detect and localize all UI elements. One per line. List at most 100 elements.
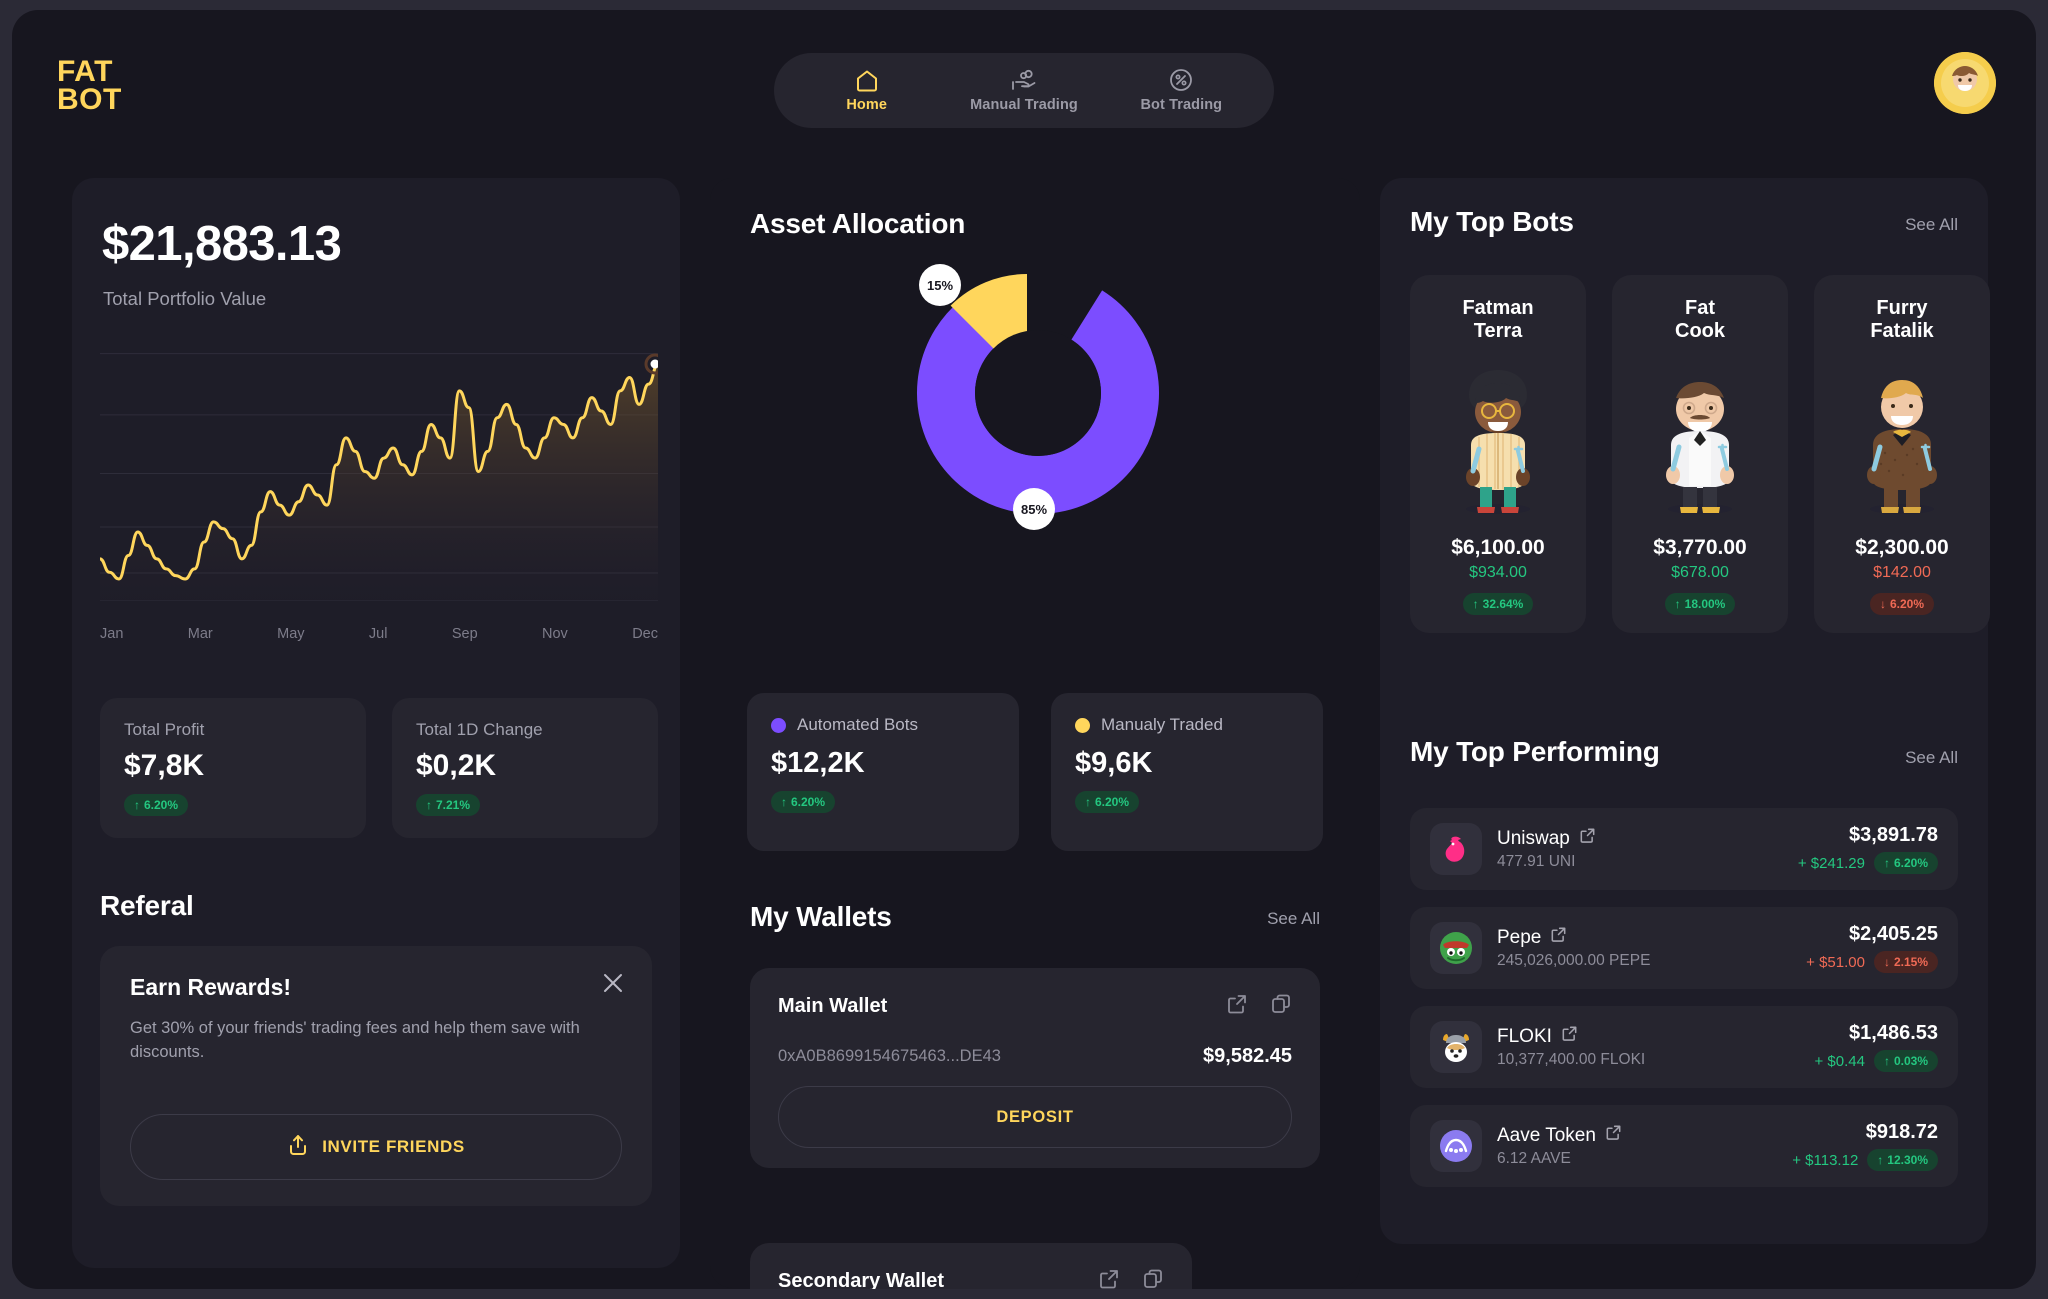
token-change-badge: ↓ 2.15%	[1873, 951, 1938, 973]
bot-card[interactable]: Fatman Terra $6,100.00 $934.00 ↑ 32.64%	[1410, 275, 1586, 633]
token-name: Aave Token	[1497, 1124, 1596, 1146]
arrow-up-icon: ↑	[1877, 1153, 1884, 1167]
external-link-icon[interactable]	[1098, 1268, 1120, 1289]
token-value: $2,405.25	[1849, 923, 1938, 945]
invite-friends-button[interactable]: INVITE FRIENDS	[130, 1114, 622, 1180]
token-change-badge: ↑ 6.20%	[1873, 852, 1938, 874]
external-link-icon[interactable]	[1605, 1124, 1622, 1147]
my-wallets-title: My Wallets	[750, 901, 892, 932]
bot-card[interactable]: Furry Fatalik $2,300.00 $142.00 ↓ 6.20%	[1814, 275, 1990, 633]
close-icon[interactable]	[602, 972, 624, 999]
aave-icon	[1430, 1120, 1482, 1172]
floki-icon	[1430, 1021, 1482, 1073]
list-item[interactable]: Pepe 245,026,000.00 PEPE $2,405.25 + $51…	[1410, 907, 1958, 989]
my-top-bots-title: My Top Bots	[1410, 206, 1574, 237]
top-performing-see-all-link[interactable]: See All	[1905, 748, 1958, 768]
nav-label-home: Home	[846, 97, 887, 113]
chart-tick: Sep	[451, 626, 478, 642]
bot-name-line-1: Fatman	[1462, 297, 1534, 319]
asset-allocation-donut[interactable]: 15% 85%	[905, 260, 1165, 530]
chart-tick: Jan	[100, 626, 124, 642]
wallets-see-all-link[interactable]: See All	[1267, 909, 1320, 929]
token-quantity: 477.91 UNI	[1497, 853, 1576, 870]
nav-label-bot-trading: Bot Trading	[1140, 97, 1223, 113]
stat-change-value: 6.20%	[144, 798, 179, 812]
bot-avatar-fatman-terra	[1439, 343, 1557, 536]
external-link-icon[interactable]	[1550, 926, 1567, 949]
token-delta: + $51.00	[1806, 953, 1865, 971]
app-window: FAT BOT Home Manual Trading Bot Trading …	[12, 10, 2036, 1289]
invite-friends-label: INVITE FRIENDS	[322, 1137, 465, 1156]
app-logo[interactable]: FAT BOT	[57, 55, 122, 115]
allocation-change-value: 6.20%	[791, 795, 826, 809]
allocation-value: $9,6K	[1075, 747, 1153, 779]
wallet-address: 0xA0B8699154675463...DE43	[778, 1047, 1001, 1066]
copy-icon[interactable]	[1142, 1268, 1164, 1289]
bot-change-value: 32.64%	[1482, 597, 1524, 611]
list-item[interactable]: Aave Token 6.12 AAVE $918.72 + $113.12 ↑…	[1410, 1105, 1958, 1187]
bot-name-line-1: Fat	[1685, 297, 1715, 319]
chart-x-axis: Jan Mar May Jul Sep Nov Dec	[100, 626, 658, 642]
bot-value: $2,300.00	[1855, 536, 1949, 559]
stat-change-value: 7.21%	[436, 798, 471, 812]
bot-card[interactable]: Fat Cook $3,770.00 $678.00 ↑ 18.00%	[1612, 275, 1788, 633]
wallet-balance: $9,582.45	[1203, 1045, 1292, 1067]
external-link-icon[interactable]	[1579, 827, 1596, 850]
copy-icon[interactable]	[1270, 993, 1292, 1020]
stat-title: Total Profit	[124, 720, 205, 739]
nav-item-manual-trading[interactable]: Manual Trading	[959, 68, 1089, 113]
deposit-button[interactable]: DEPOSIT	[778, 1086, 1292, 1148]
token-change-badge: ↑ 12.30%	[1867, 1149, 1938, 1171]
stat-change-badge: ↑ 7.21%	[416, 794, 481, 816]
token-name: Pepe	[1497, 926, 1542, 948]
donut-label-primary: 85%	[1013, 488, 1055, 530]
arrow-up-icon: ↑	[1883, 1054, 1890, 1068]
main-nav: Home Manual Trading Bot Trading	[774, 53, 1274, 128]
token-change-value: 2.15%	[1893, 955, 1928, 969]
bot-change-badge: ↓ 6.20%	[1869, 593, 1935, 615]
external-link-icon[interactable]	[1226, 993, 1248, 1020]
portfolio-value-label: Total Portfolio Value	[103, 288, 267, 309]
logo-line-1: FAT	[57, 55, 113, 88]
arrow-up-icon: ↑	[781, 795, 787, 809]
allocation-value: $12,2K	[771, 747, 865, 779]
allocation-label: Manualy Traded	[1101, 715, 1223, 734]
donut-label-secondary: 15%	[919, 264, 961, 306]
allocation-card-manually-traded: Manualy Traded $9,6K ↑ 6.20%	[1051, 693, 1323, 851]
top-bots-see-all-link[interactable]: See All	[1905, 215, 1958, 235]
bots-performance-panel: My Top Bots See All Fatman Terra $6,100.…	[1380, 178, 1990, 1244]
list-item[interactable]: FLOKI 10,377,400.00 FLOKI $1,486.53 + $0…	[1410, 1006, 1958, 1088]
list-item[interactable]: Uniswap 477.91 UNI $3,891.78 + $241.29 ↑…	[1410, 808, 1958, 890]
bot-change-badge: ↑ 18.00%	[1664, 593, 1736, 615]
external-link-icon[interactable]	[1561, 1025, 1578, 1048]
stat-title: Total 1D Change	[416, 720, 543, 739]
my-top-performing-title: My Top Performing	[1410, 736, 1660, 767]
allocation-change-badge: ↑ 6.20%	[1075, 791, 1140, 813]
arrow-up-icon: ↑	[1883, 856, 1890, 870]
token-delta: + $113.12	[1792, 1151, 1859, 1169]
hand-coins-icon	[1011, 68, 1037, 92]
allocation-card-automated-bots: Automated Bots $12,2K ↑ 6.20%	[747, 693, 1019, 851]
arrow-up-icon: ↑	[1674, 597, 1681, 611]
portfolio-value: $21,883.13	[102, 217, 342, 271]
share-icon	[287, 1134, 309, 1161]
nav-item-home[interactable]: Home	[802, 68, 932, 113]
bot-profit: $142.00	[1873, 564, 1931, 581]
bot-profit: $678.00	[1671, 564, 1729, 581]
referral-card: Earn Rewards! Get 30% of your friends' t…	[100, 946, 652, 1206]
bot-change-value: 6.20%	[1889, 597, 1925, 611]
user-avatar[interactable]	[1934, 52, 1996, 114]
bot-name-line-2: Fatalik	[1870, 320, 1934, 343]
wallet-card-secondary: Secondary Wallet 0xB1C2234567891234...AB…	[750, 1243, 1192, 1289]
stat-card-total-profit: Total Profit $7,8K ↑ 6.20%	[100, 698, 366, 838]
referral-card-title: Earn Rewards!	[130, 974, 292, 1000]
percent-circle-icon	[1168, 68, 1194, 92]
nav-item-bot-trading[interactable]: Bot Trading	[1116, 68, 1246, 113]
portfolio-chart[interactable]	[98, 346, 666, 602]
stat-card-total-1d-change: Total 1D Change $0,2K ↑ 7.21%	[392, 698, 658, 838]
token-delta: + $0.44	[1814, 1052, 1865, 1070]
arrow-up-icon: ↑	[1472, 597, 1479, 611]
allocation-change-value: 6.20%	[1095, 795, 1130, 809]
legend-dot-purple	[771, 717, 786, 733]
arrow-down-icon: ↓	[1879, 597, 1886, 611]
